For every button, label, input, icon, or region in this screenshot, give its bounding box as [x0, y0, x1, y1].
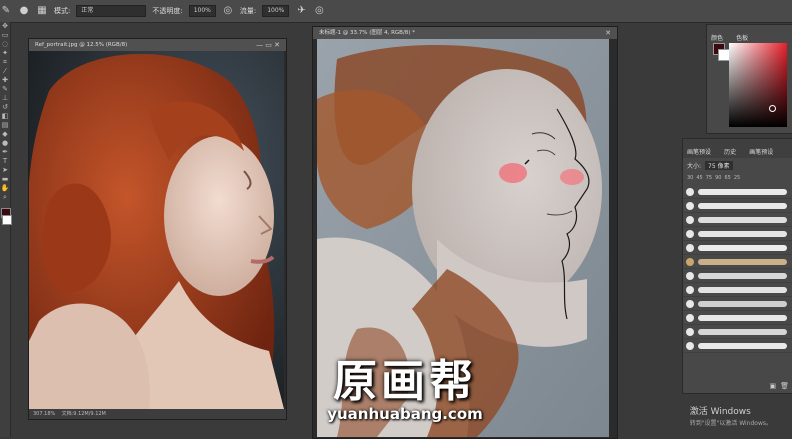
- delete-brush-icon[interactable]: 🗑: [780, 382, 789, 390]
- brush-tip-icon: [686, 327, 694, 336]
- brush-preset-row[interactable]: [683, 199, 792, 213]
- tab-brush-presets-2[interactable]: 画笔预设: [745, 145, 777, 158]
- tab-history[interactable]: 历史: [720, 145, 740, 158]
- brush-preset-row[interactable]: [683, 241, 792, 255]
- windows-activation-notice: 激活 Windows 转到"设置"以激活 Windows。: [690, 407, 772, 429]
- crop-tool-icon[interactable]: ⌗: [0, 58, 10, 67]
- activation-line1: 激活 Windows: [689, 407, 751, 417]
- brush-preset-picker-icon[interactable]: ●: [18, 5, 30, 17]
- zoom-tool-icon[interactable]: ⌕: [0, 193, 10, 202]
- mode-select[interactable]: 正常: [76, 5, 147, 17]
- color-picker-field[interactable]: [729, 43, 787, 127]
- brush-preset-row[interactable]: [683, 185, 792, 199]
- brush-tip-icon: [686, 271, 694, 280]
- mode-label: 模式:: [54, 7, 71, 15]
- preset-thumb[interactable]: 75: [706, 175, 712, 181]
- path-select-icon[interactable]: ➤: [0, 166, 10, 175]
- brush-tip-icon: [686, 229, 694, 238]
- reference-document-tab[interactable]: Ref_portrait.jpg @ 12.5% (RGB/8) — ▭ ✕: [29, 39, 286, 51]
- flow-field[interactable]: 100%: [262, 5, 290, 17]
- lasso-tool-icon[interactable]: ◌: [0, 40, 10, 49]
- tools-panel: ✥ ▭ ◌ ✦ ⌗ ⁄ ✚ ✎ ⊥ ↺ ◧ ▤ ◆ ● ✒ T ➤ ▬ ✋ ⌕: [0, 22, 12, 437]
- reference-status-bar: 307.18% 文档:9.12M/9.12M: [29, 409, 286, 419]
- activation-line2: 转到"设置"以激活 Windows。: [689, 420, 772, 427]
- preset-thumb[interactable]: 45: [696, 175, 702, 181]
- brush-preset-row[interactable]: [683, 227, 792, 241]
- gradient-tool-icon[interactable]: ▤: [0, 121, 10, 130]
- color-panel: 颜色 色板: [706, 24, 792, 134]
- options-bar: ✎ ● ▦ 模式: 正常 不透明度: 100% ◎ 流量: 100% ✈ ◎: [0, 0, 792, 23]
- move-tool-icon[interactable]: ✥: [0, 22, 10, 31]
- type-tool-icon[interactable]: T: [0, 157, 10, 166]
- painting-document-title: 未标题-1 @ 33.7% (图层 4, RGB/8) *: [319, 30, 415, 36]
- opacity-field[interactable]: 100%: [188, 5, 216, 17]
- size-field[interactable]: 75 像素: [705, 161, 733, 170]
- reference-document-title: Ref_portrait.jpg @ 12.5% (RGB/8): [35, 42, 128, 48]
- preset-thumb[interactable]: 65: [725, 175, 731, 181]
- reference-document-window[interactable]: Ref_portrait.jpg @ 12.5% (RGB/8) — ▭ ✕ 3…: [28, 38, 287, 420]
- dodge-tool-icon[interactable]: ●: [0, 139, 10, 148]
- opacity-label: 不透明度:: [152, 7, 183, 15]
- brush-tool-side-icon[interactable]: ✎: [0, 85, 10, 94]
- preset-thumb[interactable]: 25: [734, 175, 740, 181]
- brush-panel-toggle-icon[interactable]: ▦: [36, 5, 48, 17]
- watermark: 原画帮 yuanhuabang.com: [300, 345, 510, 423]
- pressure-opacity-icon[interactable]: ◎: [222, 5, 234, 17]
- hand-tool-icon[interactable]: ✋: [0, 184, 10, 193]
- eraser-tool-icon[interactable]: ◧: [0, 112, 10, 121]
- shape-tool-icon[interactable]: ▬: [0, 175, 10, 184]
- brush-preset-row[interactable]: [683, 311, 792, 325]
- brush-tip-icon: [686, 299, 694, 308]
- pressure-size-icon[interactable]: ◎: [313, 5, 325, 17]
- brush-tip-icon: [686, 201, 694, 210]
- close-icon[interactable]: — ▭ ✕: [256, 39, 280, 51]
- quick-select-icon[interactable]: ✦: [0, 49, 10, 58]
- healing-tool-icon[interactable]: ✚: [0, 76, 10, 85]
- brush-tip-icon: [686, 257, 694, 266]
- preset-thumb[interactable]: 90: [715, 175, 721, 181]
- brush-tip-icon: [686, 313, 694, 322]
- color-picker-cursor[interactable]: [769, 105, 776, 112]
- pen-tool-icon[interactable]: ✒: [0, 148, 10, 157]
- blur-tool-icon[interactable]: ◆: [0, 130, 10, 139]
- new-brush-icon[interactable]: ▣: [769, 382, 776, 390]
- watermark-en: yuanhuabang.com: [327, 405, 483, 423]
- marquee-tool-icon[interactable]: ▭: [0, 31, 10, 40]
- zoom-readout: 307.18%: [33, 411, 56, 417]
- brush-tip-icon: [686, 285, 694, 294]
- watermark-cn: 原画帮: [333, 356, 477, 407]
- flow-label: 流量:: [239, 7, 257, 15]
- airbrush-icon[interactable]: ✈: [295, 5, 307, 17]
- brush-tip-icon: [686, 215, 694, 224]
- brush-preset-row[interactable]: [683, 213, 792, 227]
- brush-tip-icon: [686, 243, 694, 252]
- brush-tool-icon[interactable]: ✎: [0, 5, 12, 17]
- brush-preset-row[interactable]: [683, 325, 792, 339]
- brush-preset-row[interactable]: [683, 255, 792, 269]
- brush-preset-row[interactable]: [683, 339, 792, 353]
- background-color-swatch[interactable]: [2, 215, 12, 225]
- tab-brush-presets[interactable]: 画笔预设: [683, 145, 715, 158]
- size-label: 大小:: [687, 163, 702, 170]
- brush-tip-icon: [686, 187, 694, 196]
- brush-presets-panel: 画笔预设 历史 画笔预设 大小: 75 像素 30 45 75 90 65 25…: [682, 138, 792, 394]
- preset-thumbnails: 30 45 75 90 65 25: [683, 173, 792, 183]
- preset-thumb[interactable]: 30: [687, 175, 693, 181]
- close-icon[interactable]: ✕: [605, 27, 611, 39]
- painting-document-tab[interactable]: 未标题-1 @ 33.7% (图层 4, RGB/8) * ✕: [313, 27, 617, 39]
- stamp-tool-icon[interactable]: ⊥: [0, 94, 10, 103]
- brush-preset-row[interactable]: [683, 283, 792, 297]
- brush-tip-icon: [686, 341, 694, 350]
- document-size-readout: 文档:9.12M/9.12M: [61, 411, 106, 417]
- reference-photo: [29, 51, 284, 409]
- history-brush-icon[interactable]: ↺: [0, 103, 10, 112]
- eyedropper-tool-icon[interactable]: ⁄: [0, 67, 10, 76]
- brush-preset-row[interactable]: [683, 297, 792, 311]
- brush-preset-row[interactable]: [683, 269, 792, 283]
